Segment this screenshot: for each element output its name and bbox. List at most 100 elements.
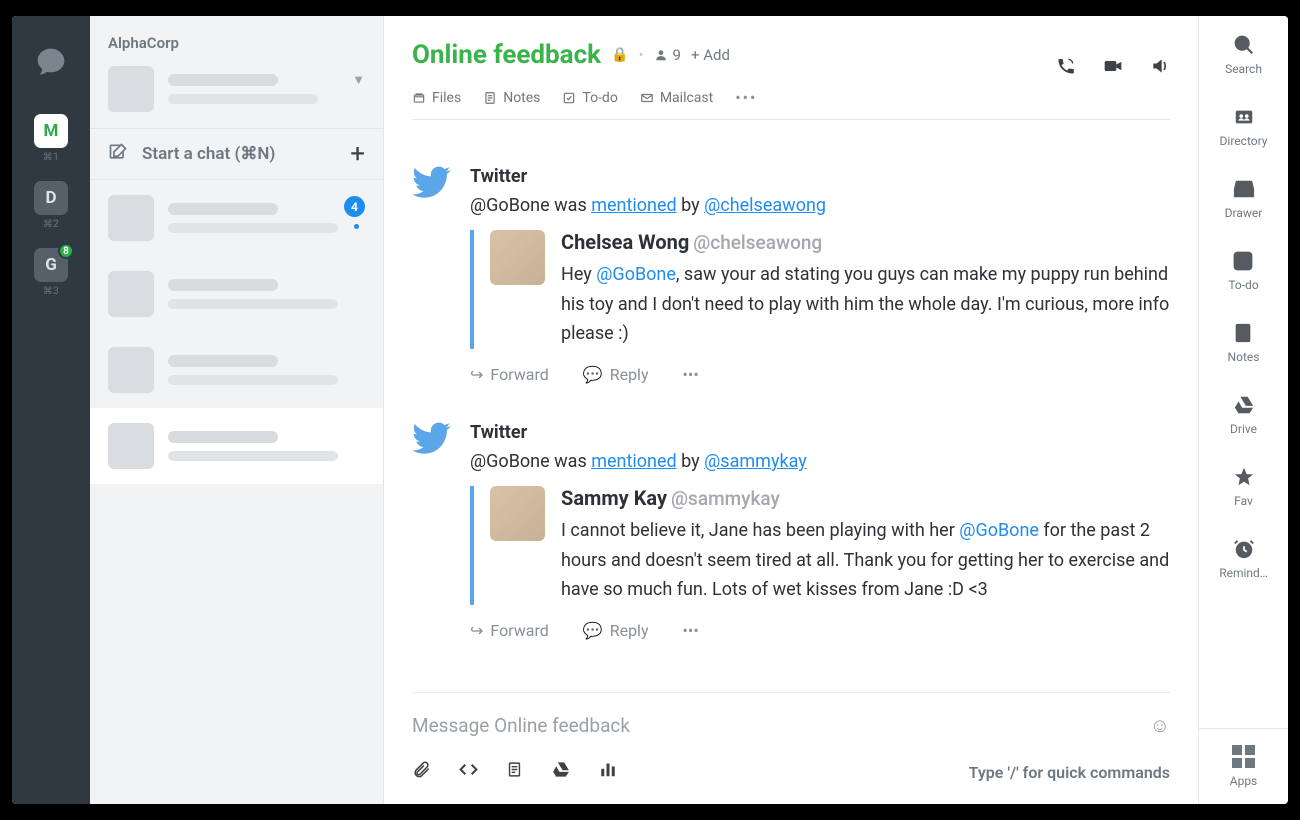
- post-source: Twitter: [470, 166, 1170, 187]
- rail-search[interactable]: Search: [1225, 32, 1262, 76]
- plus-icon[interactable]: +: [350, 139, 365, 169]
- avatar: [108, 195, 154, 241]
- reply-button[interactable]: 💬Reply: [583, 621, 649, 640]
- rail-todo[interactable]: To-do: [1228, 248, 1258, 292]
- speaker-icon[interactable]: [1150, 56, 1170, 81]
- tabs-more-icon[interactable]: •••: [735, 88, 757, 107]
- start-chat-button[interactable]: Start a chat (⌘N) +: [90, 128, 383, 180]
- add-members-button[interactable]: + Add: [691, 46, 730, 64]
- tab-notes[interactable]: Notes: [483, 88, 540, 107]
- channel-title[interactable]: Online feedback: [412, 40, 601, 70]
- tab-files[interactable]: Files: [412, 88, 461, 107]
- forward-button[interactable]: ↪Forward: [470, 621, 549, 640]
- workspace-shortcut: ⌘1: [43, 152, 59, 163]
- author-handle: @sammykay: [671, 487, 780, 510]
- avatar: [108, 347, 154, 393]
- author-link[interactable]: @sammykay: [704, 451, 807, 472]
- workspace-m[interactable]: M: [34, 114, 68, 148]
- members-count[interactable]: 9: [654, 46, 681, 64]
- more-icon[interactable]: •••: [683, 365, 699, 384]
- message-feed: Twitter @GoBone was mentioned by @chelse…: [384, 120, 1198, 692]
- mentioned-link[interactable]: mentioned: [591, 451, 676, 472]
- audio-call-icon[interactable]: [1056, 56, 1076, 81]
- unread-badge: 4: [344, 196, 365, 217]
- right-rail: Search Directory Drawer To-do Notes Driv…: [1198, 16, 1288, 804]
- tab-mailcast[interactable]: Mailcast: [640, 88, 713, 107]
- avatar: [490, 230, 545, 285]
- rail-remind[interactable]: Remind…: [1219, 536, 1268, 580]
- drive-icon[interactable]: [551, 760, 571, 784]
- workspace-badge: 8: [58, 243, 74, 259]
- app-logo[interactable]: [26, 38, 76, 86]
- author-name: Sammy Kay: [561, 486, 667, 510]
- author-handle: @chelseawong: [693, 231, 822, 254]
- rail-notes[interactable]: Notes: [1228, 320, 1260, 364]
- message-input[interactable]: Message Online feedback: [412, 714, 630, 737]
- chat-row[interactable]: [90, 332, 383, 408]
- rail-drawer[interactable]: Drawer: [1225, 176, 1263, 220]
- attach-icon[interactable]: [412, 760, 431, 784]
- directory-icon: [1233, 104, 1255, 130]
- org-name: AlphaCorp: [90, 16, 383, 62]
- video-call-icon[interactable]: [1102, 56, 1124, 81]
- note-icon[interactable]: [506, 760, 523, 784]
- slash-command-hint: Type '/' for quick commands: [969, 763, 1170, 782]
- conversation-header: Online feedback 🔒 • 9 + Add: [384, 16, 1198, 120]
- forward-icon: ↪: [470, 621, 483, 640]
- notes-icon: [1232, 320, 1254, 346]
- post-meta: @GoBone was mentioned by @sammykay: [470, 451, 1170, 472]
- workspace-d[interactable]: D: [34, 181, 68, 215]
- chat-list-panel: AlphaCorp ▼ Start a chat (⌘N) + 4: [90, 16, 384, 804]
- code-icon[interactable]: [459, 760, 478, 784]
- search-icon: [1233, 32, 1255, 58]
- drawer-icon: [1233, 176, 1255, 202]
- start-chat-label: Start a chat (⌘N): [142, 144, 275, 164]
- reply-icon: 💬: [583, 365, 603, 384]
- tab-todo[interactable]: To-do: [562, 88, 617, 107]
- avatar: [108, 271, 154, 317]
- twitter-icon: [412, 418, 452, 458]
- drive-icon: [1233, 392, 1255, 418]
- lock-icon: 🔒: [611, 47, 628, 63]
- star-icon: [1233, 464, 1255, 490]
- workspace-shortcut: ⌘3: [43, 286, 59, 297]
- forward-button[interactable]: ↪Forward: [470, 365, 549, 384]
- message-composer: Message Online feedback ☺: [384, 693, 1198, 804]
- feed-post: Twitter @GoBone was mentioned by @sammyk…: [412, 422, 1170, 640]
- reply-icon: 💬: [583, 621, 603, 640]
- rail-directory[interactable]: Directory: [1220, 104, 1268, 148]
- post-source: Twitter: [470, 422, 1170, 443]
- current-user-row[interactable]: ▼: [90, 62, 383, 128]
- chat-row[interactable]: [90, 408, 383, 484]
- workspace-rail: M ⌘1 D ⌘2 G 8 ⌘3: [12, 16, 90, 804]
- todo-icon: [1232, 248, 1254, 274]
- quoted-tweet: Chelsea Wong @chelseawong Hey @GoBone, s…: [470, 230, 1170, 349]
- mention-link[interactable]: @GoBone: [596, 264, 676, 285]
- rail-drive[interactable]: Drive: [1230, 392, 1257, 436]
- poll-icon[interactable]: [599, 760, 617, 784]
- reply-button[interactable]: 💬Reply: [583, 365, 649, 384]
- rail-apps[interactable]: Apps: [1199, 728, 1288, 804]
- avatar: [108, 66, 154, 112]
- workspace-shortcut: ⌘2: [43, 219, 59, 230]
- clock-icon: [1233, 536, 1255, 562]
- chat-row[interactable]: 4: [90, 180, 383, 256]
- mentioned-link[interactable]: mentioned: [591, 195, 676, 216]
- author-name: Chelsea Wong: [561, 230, 689, 254]
- rail-fav[interactable]: Fav: [1233, 464, 1255, 508]
- avatar: [490, 486, 545, 541]
- workspace-g[interactable]: G 8: [34, 248, 68, 282]
- twitter-icon: [412, 162, 452, 202]
- emoji-icon[interactable]: ☺: [1150, 713, 1170, 738]
- feed-post: Twitter @GoBone was mentioned by @chelse…: [412, 166, 1170, 384]
- chat-row[interactable]: [90, 256, 383, 332]
- avatar: [108, 423, 154, 469]
- compose-icon: [108, 142, 128, 167]
- unread-dot: [354, 224, 359, 229]
- mention-link[interactable]: @GoBone: [959, 520, 1039, 541]
- chevron-down-icon[interactable]: ▼: [352, 72, 365, 88]
- more-icon[interactable]: •••: [683, 621, 699, 640]
- tweet-text: I cannot believe it, Jane has been playi…: [561, 516, 1170, 605]
- conversation-panel: Online feedback 🔒 • 9 + Add: [384, 16, 1198, 804]
- author-link[interactable]: @chelseawong: [704, 195, 826, 216]
